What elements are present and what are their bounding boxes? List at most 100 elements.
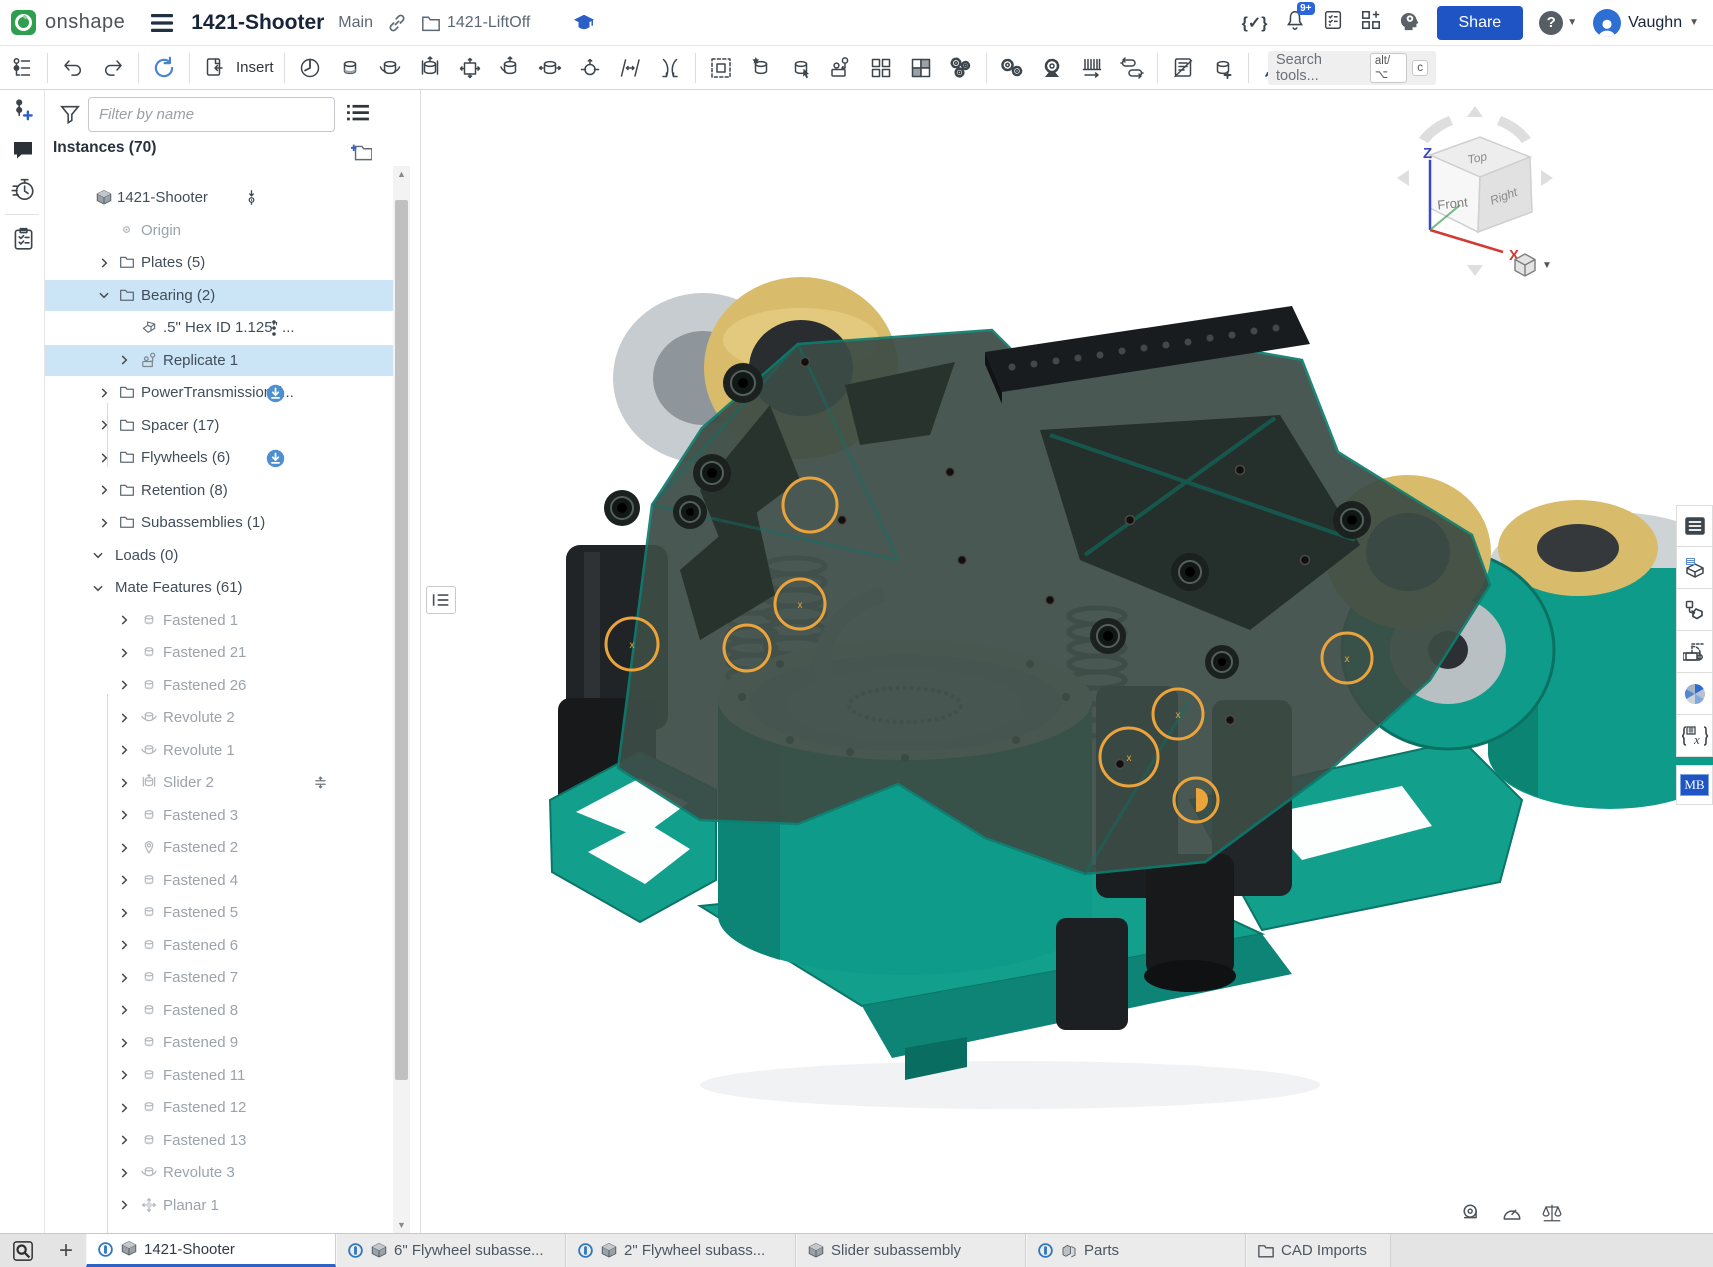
tree-item-flywheels-6[interactable]: Flywheels (6)	[45, 442, 393, 473]
add-tab-button[interactable]: +	[46, 1234, 86, 1267]
chevron-right-icon[interactable]	[117, 841, 131, 855]
download-icon[interactable]	[266, 449, 284, 467]
sprocket-relation-button[interactable]	[1035, 51, 1069, 85]
tree-item-powertransmission[interactable]: PowerTransmission (...	[45, 377, 393, 408]
pin-slot-mate-button[interactable]	[533, 51, 567, 85]
tree-item-bearing-2[interactable]: Bearing (2)	[45, 280, 393, 311]
parent-document-label[interactable]: 1421-LiftOff	[447, 14, 530, 32]
tab-6-flywheel-subasse[interactable]: 6" Flywheel subasse...	[336, 1234, 566, 1267]
chevron-right-icon[interactable]	[117, 1036, 131, 1050]
replicate-button[interactable]	[824, 51, 858, 85]
tree-item-revolute-3[interactable]: Revolute 3	[45, 1157, 393, 1188]
mass-properties-icon[interactable]	[1541, 1202, 1563, 1229]
tasks-icon[interactable]	[0, 219, 45, 259]
tab-2-flywheel-subass[interactable]: 2" Flywheel subass...	[566, 1234, 796, 1267]
assembly-tree-button[interactable]	[5, 51, 39, 85]
quarter-pattern-button[interactable]	[904, 51, 938, 85]
ai-assistant-icon[interactable]	[1398, 9, 1421, 37]
chevron-right-icon[interactable]	[117, 938, 131, 952]
clock-button[interactable]	[293, 51, 327, 85]
pattern-button[interactable]	[864, 51, 898, 85]
chevron-right-icon[interactable]	[97, 451, 111, 465]
chevron-right-icon[interactable]	[117, 1068, 131, 1082]
view-cube[interactable]: Top Front Right Z X ▼	[1385, 100, 1565, 290]
feature-list-flyout-button[interactable]	[426, 586, 456, 614]
onshape-logo[interactable]: onshape	[10, 9, 125, 36]
tree-item-fastened-4[interactable]: Fastened 4	[45, 865, 393, 896]
link-icon[interactable]	[387, 13, 407, 33]
apps-grid-icon[interactable]	[1360, 9, 1382, 36]
tasks-icon[interactable]	[1322, 9, 1344, 36]
insert-part-button[interactable]	[784, 51, 818, 85]
tree-item-origin[interactable]: Origin	[45, 215, 393, 246]
mate-connector-button[interactable]	[744, 51, 778, 85]
chevron-right-icon[interactable]	[117, 1133, 131, 1147]
chevron-right-icon[interactable]	[97, 483, 111, 497]
tab-cad-imports[interactable]: CAD Imports	[1246, 1234, 1391, 1267]
history-icon[interactable]	[0, 170, 45, 210]
rack-relation-button[interactable]	[1075, 51, 1109, 85]
variables-fx-icon[interactable]: x	[1676, 715, 1713, 757]
workspace-name[interactable]: Main	[338, 14, 373, 32]
section-add-button[interactable]	[1206, 51, 1240, 85]
chevron-right-icon[interactable]	[97, 386, 111, 400]
chevron-right-icon[interactable]	[97, 256, 111, 270]
share-button[interactable]: Share	[1437, 6, 1524, 40]
tree-item-plates-5[interactable]: Plates (5)	[45, 247, 393, 278]
help-menu[interactable]: ? ▼	[1539, 11, 1577, 35]
search-tools-box[interactable]: Search tools... alt/⌥ c	[1268, 51, 1436, 85]
chevron-right-icon[interactable]	[117, 1101, 131, 1115]
planar-mate-button[interactable]	[453, 51, 487, 85]
tree-item-replicate-1[interactable]: Replicate 1	[45, 345, 393, 376]
insert-button[interactable]	[198, 51, 232, 85]
scrollbar-thumb[interactable]	[395, 200, 408, 1080]
limits-icon[interactable]	[312, 774, 330, 792]
tape-measure-icon[interactable]	[1461, 1202, 1483, 1229]
chevron-right-icon[interactable]	[117, 353, 131, 367]
tree-item-slider-2[interactable]: Slider 2	[45, 767, 393, 798]
graphics-area[interactable]: xxxxx Top Front Right	[421, 90, 1713, 1233]
chevron-right-icon[interactable]	[117, 971, 131, 985]
bom-list-icon[interactable]	[1676, 505, 1713, 547]
scroll-up-icon[interactable]: ▲	[393, 169, 410, 179]
chevron-right-icon[interactable]	[117, 1166, 131, 1180]
tree-item-revolute-1[interactable]: Revolute 1	[45, 735, 393, 766]
tree-item-fastened-13[interactable]: Fastened 13	[45, 1125, 393, 1156]
gear-cluster-button[interactable]	[944, 51, 978, 85]
tree-item-fastened-11[interactable]: Fastened 11	[45, 1060, 393, 1091]
tab-parts[interactable]: Parts	[1026, 1234, 1246, 1267]
tree-item-spacer-17[interactable]: Spacer (17)	[45, 410, 393, 441]
tree-item-planar-1[interactable]: Planar 1	[45, 1190, 393, 1221]
tree-item-fastened-1[interactable]: Fastened 1	[45, 605, 393, 636]
download-icon[interactable]	[266, 384, 284, 402]
chevron-right-icon[interactable]	[117, 808, 131, 822]
user-menu[interactable]: Vaughn ▼	[1593, 9, 1699, 37]
tree-item-fastened-5[interactable]: Fastened 5	[45, 897, 393, 928]
tree-item-fastened-8[interactable]: Fastened 8	[45, 995, 393, 1026]
ball-mate-button[interactable]	[573, 51, 607, 85]
chevron-right-icon[interactable]	[117, 743, 131, 757]
tab-slider-subassembly[interactable]: Slider subassembly	[796, 1234, 1026, 1267]
chevron-right-icon[interactable]	[117, 1198, 131, 1212]
fixed-icon[interactable]	[243, 189, 261, 207]
gear-relation-button[interactable]	[995, 51, 1029, 85]
tab-1421-shooter[interactable]: 1421-Shooter	[86, 1234, 336, 1267]
redo-button[interactable]	[96, 51, 130, 85]
tree-item-subassemblies-1[interactable]: Subassemblies (1)	[45, 507, 393, 538]
chevron-right-icon[interactable]	[117, 711, 131, 725]
drawing-dimension-icon[interactable]	[1676, 631, 1713, 673]
cylindrical-mate-button[interactable]	[493, 51, 527, 85]
tree-item-fastened-9[interactable]: Fastened 9	[45, 1027, 393, 1058]
custom-features-icon[interactable]	[1676, 589, 1713, 631]
chevron-down-icon[interactable]	[91, 548, 105, 562]
chevron-right-icon[interactable]	[117, 646, 131, 660]
appearance-pinwheel-icon[interactable]	[1676, 673, 1713, 715]
chevron-right-icon[interactable]	[97, 418, 111, 432]
tree-item-fastened-6[interactable]: Fastened 6	[45, 930, 393, 961]
parallel-mate-button[interactable]	[613, 51, 647, 85]
tree-item-1421-shooter[interactable]: 1421-Shooter	[45, 182, 393, 213]
revolute-mate-button[interactable]	[373, 51, 407, 85]
chevron-right-icon[interactable]	[117, 678, 131, 692]
tree-item-fastened-26[interactable]: Fastened 26	[45, 670, 393, 701]
chevron-right-icon[interactable]	[117, 1003, 131, 1017]
